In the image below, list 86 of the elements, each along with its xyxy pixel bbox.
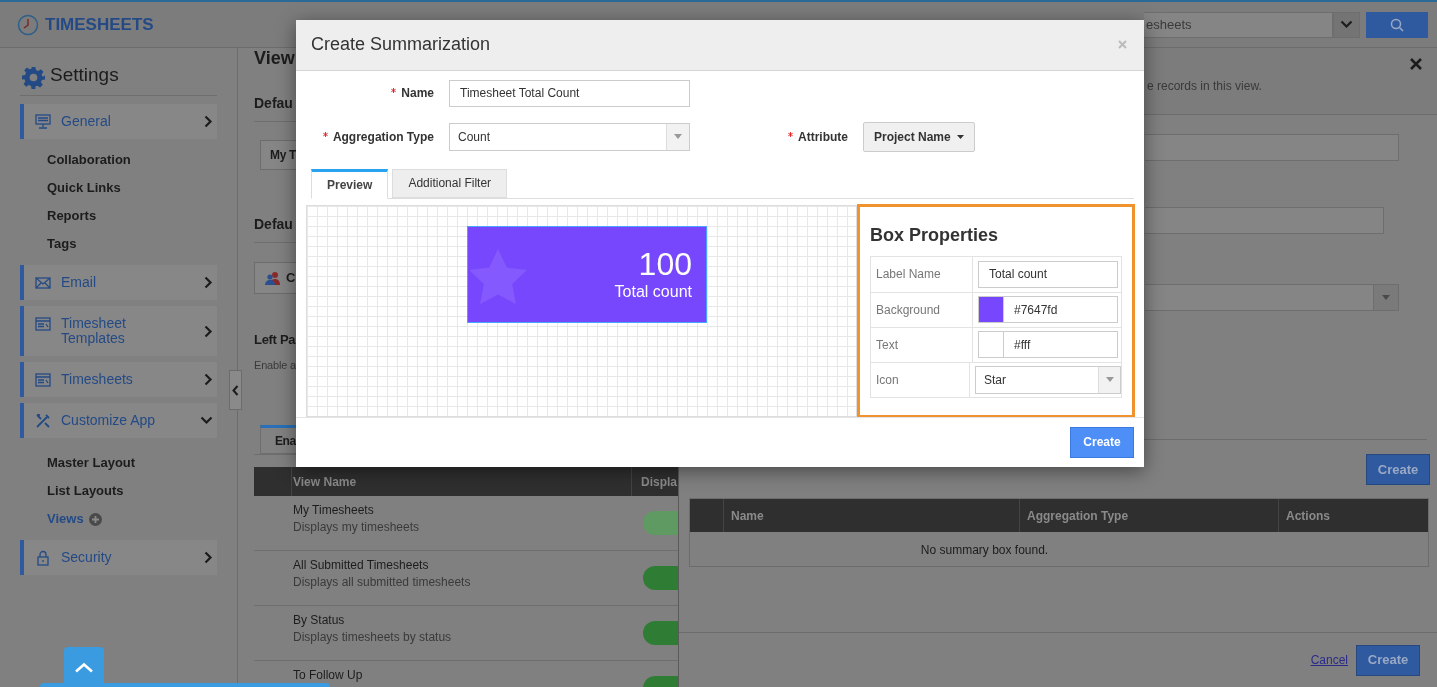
input-field[interactable]: Total count (978, 260, 1118, 288)
input-field[interactable] (1145, 134, 1399, 161)
property-label: Icon (876, 371, 899, 389)
cancel-link[interactable]: Cancel (1310, 651, 1348, 669)
settings-heading: Settings (50, 62, 119, 87)
select-field[interactable]: Count (449, 122, 690, 151)
sidebar-link[interactable]: Views (47, 509, 84, 529)
caret-icon (1105, 377, 1114, 382)
empty-message: No summary box found. (920, 543, 1049, 557)
input-field[interactable] (1145, 207, 1384, 234)
select-field[interactable]: Star (975, 365, 1121, 394)
tools-icon (35, 413, 51, 429)
property-label: Background (876, 301, 941, 319)
view-description: Displays all submitted timesheets (293, 574, 472, 590)
column-header: Aggregation Type (1027, 507, 1129, 525)
caret-icon (674, 134, 682, 139)
tab[interactable]: Additional Filter (392, 168, 508, 198)
create-button[interactable]: Create (1366, 454, 1430, 485)
summary-value: 100 (638, 246, 692, 282)
dropdown-button[interactable] (1333, 11, 1360, 38)
create-button[interactable]: Create (1356, 644, 1420, 676)
view-description: Displays my timesheets (293, 519, 421, 535)
column-header: Actions (1286, 507, 1330, 525)
sidebar-link[interactable]: Collaboration (47, 150, 131, 170)
color-swatch (979, 297, 1004, 322)
close-icon[interactable] (1410, 58, 1422, 70)
search-button[interactable] (1366, 11, 1428, 38)
search-field[interactable]: esheets (1144, 11, 1333, 38)
attribute-dropdown[interactable]: Project Name (863, 121, 975, 152)
view-name: To Follow Up (293, 667, 364, 683)
caret-icon (1382, 295, 1390, 300)
column-header: Displa (641, 473, 677, 491)
sidebar-section[interactable]: General (20, 104, 217, 139)
sidebar-section[interactable]: Email (20, 265, 217, 300)
view-name: All Submitted Timesheets (293, 557, 430, 573)
sidebar-link[interactable]: Tags (47, 234, 77, 254)
window-icon (35, 372, 51, 388)
column-header: View Name (293, 473, 357, 491)
monitor-icon (35, 114, 51, 130)
chevron-up-icon (74, 661, 94, 673)
users-icon (265, 271, 281, 285)
create-button[interactable]: Create (1070, 426, 1134, 458)
search-icon (1390, 17, 1404, 32)
panel-description: e records in this view. (1147, 78, 1262, 95)
property-label: Label Name (876, 266, 941, 283)
sidebar-section[interactable]: Timesheets (20, 362, 217, 397)
tab[interactable]: Preview (311, 168, 389, 199)
toggle-switch[interactable] (643, 621, 678, 645)
color-field[interactable]: #fff (978, 331, 1118, 358)
collapse-button[interactable] (229, 370, 242, 410)
section-title: Defau (254, 216, 293, 232)
field-label: Aggregation Type (332, 128, 434, 146)
add-icon[interactable] (88, 512, 102, 526)
clock-icon (17, 13, 39, 36)
lock-icon (35, 550, 51, 566)
select-field[interactable] (1145, 284, 1399, 311)
settings-icon (22, 66, 45, 89)
field-label: Name (401, 85, 434, 102)
page-heading: View (254, 48, 296, 68)
section-title: Left Pa (254, 331, 297, 349)
window-icon (35, 316, 51, 332)
sidebar-section[interactable]: Security (20, 540, 217, 575)
view-name: By Status (293, 612, 346, 628)
input-field[interactable]: Timesheet Total Count (449, 79, 690, 107)
envelope-icon (35, 275, 51, 291)
caret-icon (956, 134, 964, 139)
summary-label: Total count (614, 282, 692, 302)
sidebar-link[interactable]: Reports (47, 206, 97, 226)
dialog-title: Create Summarization (311, 33, 491, 57)
sidebar-section[interactable]: Customize App (20, 403, 217, 438)
section-title: Defau (254, 95, 293, 111)
view-name: My Timesheets (293, 502, 375, 518)
sidebar-section[interactable]: Timesheet Templates (20, 306, 217, 356)
sidebar-link[interactable]: List Layouts (47, 481, 124, 501)
color-field[interactable]: #7647fd (978, 296, 1118, 323)
chevron-left-icon (232, 384, 239, 396)
property-label: Text (876, 336, 898, 354)
chevron-down-icon (1340, 20, 1353, 29)
column-header: Name (731, 507, 764, 525)
sidebar-link[interactable]: Master Layout (47, 453, 136, 473)
toggle-switch[interactable] (643, 566, 678, 590)
panel-title: Box Properties (870, 223, 1000, 247)
sidebar-link[interactable]: Quick Links (47, 178, 121, 198)
star-icon (468, 248, 528, 305)
view-description: Displays timesheets by status (293, 629, 453, 645)
field-label: Attribute (798, 128, 848, 146)
